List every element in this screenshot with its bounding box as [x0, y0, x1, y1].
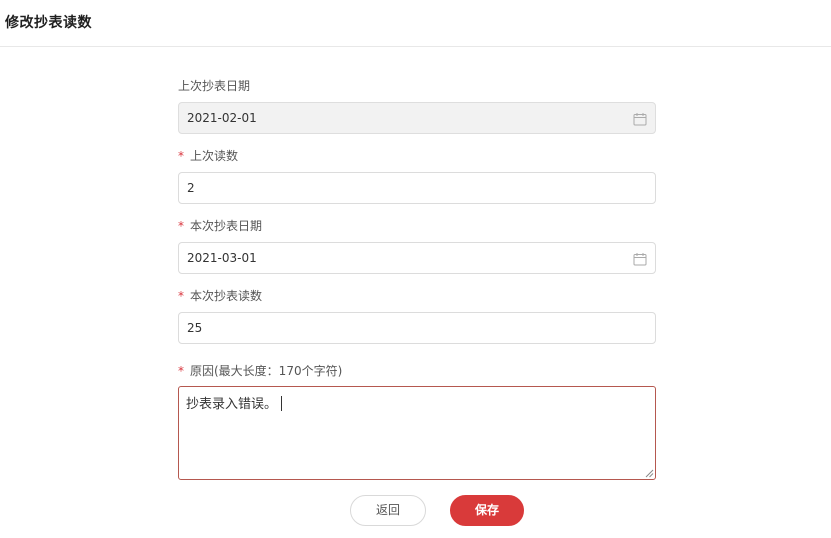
last-reading-input[interactable]: 2 [178, 172, 656, 204]
reason-label: * 原因(最大长度：170个字符) [178, 362, 342, 379]
last-reading-value: 2 [187, 181, 195, 195]
required-mark: * [178, 289, 184, 303]
back-button[interactable]: 返回 [350, 495, 426, 526]
current-date-value: 2021-03-01 [187, 251, 257, 265]
required-mark: * [178, 149, 184, 163]
last-date-field: 2021-02-01 [178, 102, 656, 134]
resize-handle-icon[interactable] [645, 469, 654, 478]
reason-text: 抄表录入错误。 [186, 393, 283, 412]
reason-textarea[interactable]: 抄表录入错误。 [178, 386, 656, 480]
current-reading-value: 25 [187, 321, 203, 335]
last-date-value: 2021-02-01 [187, 111, 257, 125]
required-mark: * [178, 364, 184, 378]
required-mark: * [178, 219, 184, 233]
calendar-icon [633, 113, 647, 126]
last-reading-label-text: 上次读数 [190, 149, 239, 163]
current-date-label: * 本次抄表日期 [178, 217, 262, 234]
reason-value: 抄表录入错误。 [186, 397, 278, 412]
reason-label-text: 原因(最大长度：170个字符) [190, 364, 343, 378]
last-date-label-text: 上次抄表日期 [178, 79, 251, 93]
current-reading-label-text: 本次抄表读数 [190, 289, 263, 303]
current-date-picker[interactable]: 2021-03-01 [178, 242, 656, 274]
current-reading-label: * 本次抄表读数 [178, 287, 262, 304]
save-button[interactable]: 保存 [450, 495, 524, 526]
current-reading-input[interactable]: 25 [178, 312, 656, 344]
calendar-icon[interactable] [633, 252, 647, 266]
page-title: 修改抄表读数 [5, 15, 92, 31]
current-date-label-text: 本次抄表日期 [190, 219, 263, 233]
page-header: 修改抄表读数 [0, 0, 831, 47]
page: 修改抄表读数 上次抄表日期 2021-02-01 * 上次读数 2 * 本次抄表日期 [0, 0, 831, 538]
last-date-label: 上次抄表日期 [178, 77, 250, 94]
text-caret [281, 396, 283, 411]
last-reading-label: * 上次读数 [178, 147, 238, 164]
